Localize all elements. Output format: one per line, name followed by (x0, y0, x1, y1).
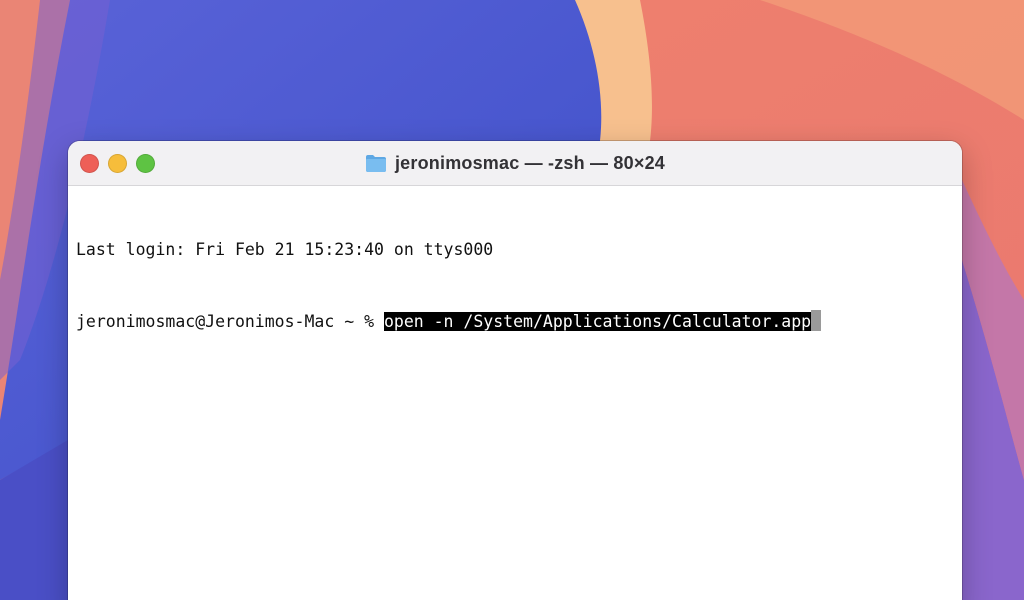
window-titlebar[interactable]: jeronimosmac — -zsh — 80×24 (68, 141, 962, 186)
shell-prompt: jeronimosmac@Jeronimos-Mac ~ % (76, 312, 384, 331)
terminal-window[interactable]: jeronimosmac — -zsh — 80×24 Last login: … (68, 141, 962, 600)
folder-icon (365, 155, 386, 172)
window-title: jeronimosmac — -zsh — 80×24 (394, 152, 665, 173)
desktop: jeronimosmac — -zsh — 80×24 Last login: … (0, 0, 1024, 600)
text-cursor (811, 310, 822, 331)
command-line: jeronimosmac@Jeronimos-Mac ~ % open -n /… (76, 310, 954, 334)
terminal-content[interactable]: Last login: Fri Feb 21 15:23:40 on ttys0… (68, 186, 962, 386)
window-title-area: jeronimosmac — -zsh — 80×24 (68, 141, 962, 185)
selected-command[interactable]: open -n /System/Applications/Calculator.… (383, 312, 812, 331)
last-login-line: Last login: Fri Feb 21 15:23:40 on ttys0… (76, 240, 494, 259)
